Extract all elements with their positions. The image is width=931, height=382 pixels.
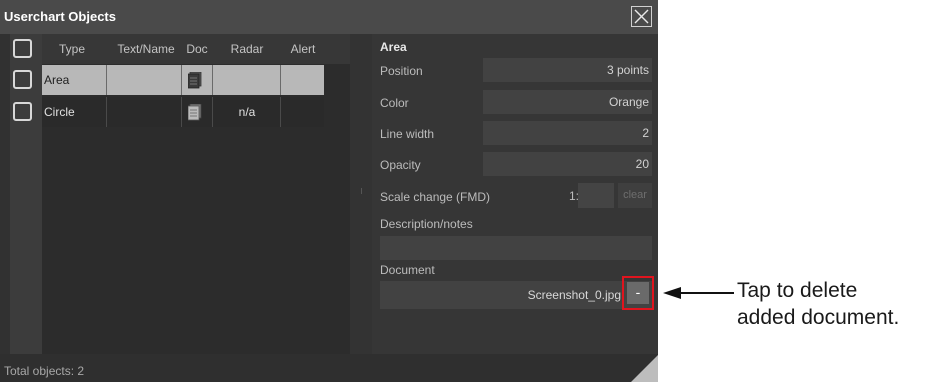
annotation-line-2: added document. bbox=[737, 306, 900, 329]
delete-document-highlight: - bbox=[622, 276, 654, 310]
opacity-label: Opacity bbox=[380, 158, 421, 172]
column-header-alert[interactable]: Alert bbox=[282, 34, 324, 64]
splitter-handle[interactable] bbox=[361, 188, 362, 194]
clear-button[interactable]: clear bbox=[618, 183, 652, 208]
color-label: Color bbox=[380, 96, 409, 110]
resize-grip-icon[interactable] bbox=[631, 355, 658, 382]
column-header-text-name[interactable]: Text/Name bbox=[106, 34, 186, 64]
total-objects: Total objects: 2 bbox=[4, 364, 85, 378]
color-field[interactable]: Orange bbox=[483, 90, 652, 114]
arrow-icon bbox=[663, 287, 734, 299]
cell-text-name bbox=[107, 97, 181, 127]
cell-radar bbox=[214, 65, 280, 95]
opacity-field[interactable]: 20 bbox=[483, 152, 652, 176]
cell-alert bbox=[282, 97, 324, 127]
details-title: Area bbox=[380, 40, 407, 54]
dialog-footer bbox=[0, 354, 658, 382]
column-header-doc[interactable]: Doc bbox=[182, 34, 212, 64]
delete-document-button[interactable]: - bbox=[627, 282, 649, 304]
position-label: Position bbox=[380, 64, 423, 78]
line-width-field[interactable]: 2 bbox=[483, 121, 652, 145]
close-icon bbox=[634, 9, 649, 24]
cell-type: Circle bbox=[44, 105, 75, 119]
cell-text-name bbox=[107, 65, 181, 95]
cell-type: Area bbox=[44, 73, 70, 87]
table-row[interactable]: Area bbox=[42, 65, 324, 95]
row-checkbox-area[interactable] bbox=[13, 70, 32, 89]
close-button[interactable] bbox=[631, 6, 652, 27]
scale-change-label: Scale change (FMD) bbox=[380, 190, 491, 204]
cell-doc[interactable] bbox=[182, 97, 212, 127]
cell-doc[interactable] bbox=[182, 65, 212, 95]
column-header-radar[interactable]: Radar bbox=[214, 34, 280, 64]
table-row[interactable]: Circle n/a bbox=[42, 97, 324, 127]
column-header-type[interactable]: Type bbox=[52, 34, 92, 64]
document-icon bbox=[188, 104, 202, 121]
position-field[interactable]: 3 points bbox=[483, 58, 652, 82]
annotation-line-1: Tap to delete bbox=[737, 279, 858, 302]
dialog-title: Userchart Objects bbox=[4, 9, 116, 24]
annotation-text: Tap to delete added document. bbox=[737, 277, 899, 331]
document-label: Document bbox=[380, 263, 435, 277]
table-header: Type - Text/Name Doc Radar Alert bbox=[42, 34, 350, 64]
dialog-titlebar: Userchart Objects bbox=[0, 0, 658, 34]
line-width-label: Line width bbox=[380, 127, 435, 141]
cell-alert bbox=[282, 65, 324, 95]
document-icon bbox=[188, 72, 202, 89]
description-field[interactable] bbox=[380, 236, 652, 260]
select-all-checkbox[interactable] bbox=[13, 39, 32, 58]
scale-change-input[interactable] bbox=[578, 183, 614, 208]
panel-divider[interactable] bbox=[350, 34, 372, 354]
cell-radar: n/a bbox=[238, 105, 256, 119]
document-field[interactable]: Screenshot_0.jpg bbox=[380, 281, 652, 309]
description-label: Description/notes bbox=[380, 217, 473, 231]
row-checkbox-circle[interactable] bbox=[13, 102, 32, 121]
document-filename: Screenshot_0.jpg bbox=[527, 288, 621, 302]
